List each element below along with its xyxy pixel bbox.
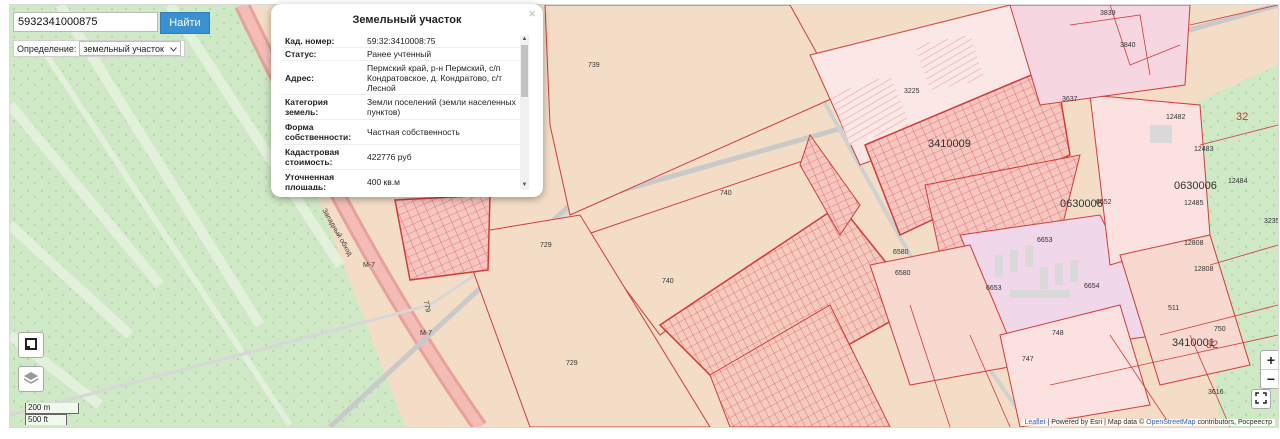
scale-bar: 200 m 500 ft — [25, 403, 79, 425]
svg-text:6580: 6580 — [895, 270, 911, 277]
svg-text:3225: 3225 — [904, 88, 920, 95]
fullscreen-button[interactable] — [1251, 389, 1271, 409]
svg-text:32: 32 — [1206, 339, 1218, 351]
svg-text:12808: 12808 — [1194, 266, 1214, 273]
attribution: Leaflet | Powered by Esri | Map data © O… — [1021, 419, 1275, 426]
svg-text:511: 511 — [1168, 305, 1179, 312]
leaflet-link[interactable]: Leaflet — [1024, 419, 1045, 426]
table-row: Категория земель: Земли поселений (земли… — [283, 95, 529, 120]
svg-text:739: 739 — [588, 62, 600, 69]
definition-select[interactable]: земельный участок — [79, 41, 181, 56]
esri-credit: Powered by Esri — [1051, 419, 1103, 426]
scroll-down-icon[interactable]: ▼ — [520, 181, 529, 190]
definition-selected-value: земельный участок — [83, 43, 164, 54]
svg-text:6653: 6653 — [986, 285, 1002, 292]
layers-icon — [23, 371, 39, 388]
zoom-out-button[interactable]: − — [1261, 369, 1278, 388]
svg-text:3840: 3840 — [1120, 42, 1136, 49]
square-icon — [24, 337, 38, 354]
svg-text:6654: 6654 — [1084, 283, 1100, 290]
parcel-popup: × Земельный участок Кад. номер: 59:32:34… — [271, 4, 543, 197]
svg-text:3637: 3637 — [1062, 96, 1078, 103]
svg-text:0630006: 0630006 — [1174, 180, 1217, 192]
svg-text:32: 32 — [1236, 111, 1248, 123]
svg-text:12808: 12808 — [1184, 240, 1204, 247]
draw-tool-button[interactable] — [18, 332, 44, 358]
svg-text:6652: 6652 — [1096, 199, 1112, 206]
svg-text:6580: 6580 — [893, 249, 909, 256]
svg-text:12484: 12484 — [1228, 178, 1248, 185]
svg-text:740: 740 — [662, 278, 674, 285]
svg-text:729: 729 — [566, 360, 578, 367]
chevron-down-icon — [170, 44, 177, 54]
svg-text:750: 750 — [1214, 326, 1226, 333]
scale-imperial: 500 ft — [25, 414, 67, 425]
search-button[interactable]: Найти — [160, 12, 210, 34]
svg-text:М-7: М-7 — [420, 330, 432, 337]
osm-link[interactable]: OpenStreetMap — [1146, 419, 1195, 426]
table-row: Кад. номер: 59:32:3410008:75 — [283, 35, 529, 48]
parcel-info-table[interactable]: Кад. номер: 59:32:3410008:75 Статус: Ран… — [283, 35, 529, 190]
scale-metric: 200 m — [25, 403, 79, 414]
svg-text:12485: 12485 — [1184, 200, 1204, 207]
scroll-up-icon[interactable]: ▲ — [520, 35, 529, 44]
svg-text:3410009: 3410009 — [928, 138, 971, 150]
table-row: Адрес: Пермский край, р-н Пермский, с/п … — [283, 61, 529, 95]
svg-text:3616: 3616 — [1208, 389, 1224, 396]
svg-text:740: 740 — [720, 190, 732, 197]
search-bar: Найти — [13, 12, 210, 34]
layers-button[interactable] — [18, 366, 44, 392]
svg-text:3235: 3235 — [1264, 218, 1278, 225]
svg-text:729: 729 — [540, 242, 552, 249]
table-row: Форма собственности: Частная собственнос… — [283, 120, 529, 145]
zoom-control: + − — [1260, 350, 1278, 389]
table-row: Статус: Ранее учтенный — [283, 48, 529, 61]
svg-text:12482: 12482 — [1166, 114, 1186, 121]
svg-text:12483: 12483 — [1194, 146, 1214, 153]
svg-text:М-7: М-7 — [363, 262, 375, 269]
svg-text:779: 779 — [422, 300, 431, 313]
cadastral-search-input[interactable] — [13, 12, 158, 32]
map-canvas[interactable]: 739 740 740 729 729 3225 3410009 0630006… — [10, 5, 1278, 427]
svg-text:3839: 3839 — [1100, 10, 1116, 17]
fullscreen-icon — [1255, 391, 1267, 407]
table-row: Уточненная площадь: 400 кв.м — [283, 170, 529, 190]
scrollbar-thumb[interactable] — [521, 45, 528, 97]
zoom-in-button[interactable]: + — [1261, 351, 1278, 369]
definition-label: Определение: — [17, 43, 77, 54]
mapdata-credit: | Map data © — [1104, 419, 1145, 426]
definition-select-row: Определение: земельный участок — [13, 40, 185, 57]
popup-scrollbar[interactable]: ▲ ▼ — [520, 35, 529, 190]
svg-text:747: 747 — [1022, 356, 1034, 363]
svg-text:6653: 6653 — [1037, 237, 1053, 244]
contributors-credit: contributors, Росреестр — [1197, 419, 1273, 426]
svg-text:748: 748 — [1052, 330, 1064, 337]
table-row: Кадастровая стоимость: 422776 руб — [283, 145, 529, 170]
close-icon[interactable]: × — [528, 6, 536, 21]
map-view[interactable]: 739 740 740 729 729 3225 3410009 0630006… — [9, 4, 1279, 428]
popup-title: Земельный участок — [352, 14, 462, 26]
